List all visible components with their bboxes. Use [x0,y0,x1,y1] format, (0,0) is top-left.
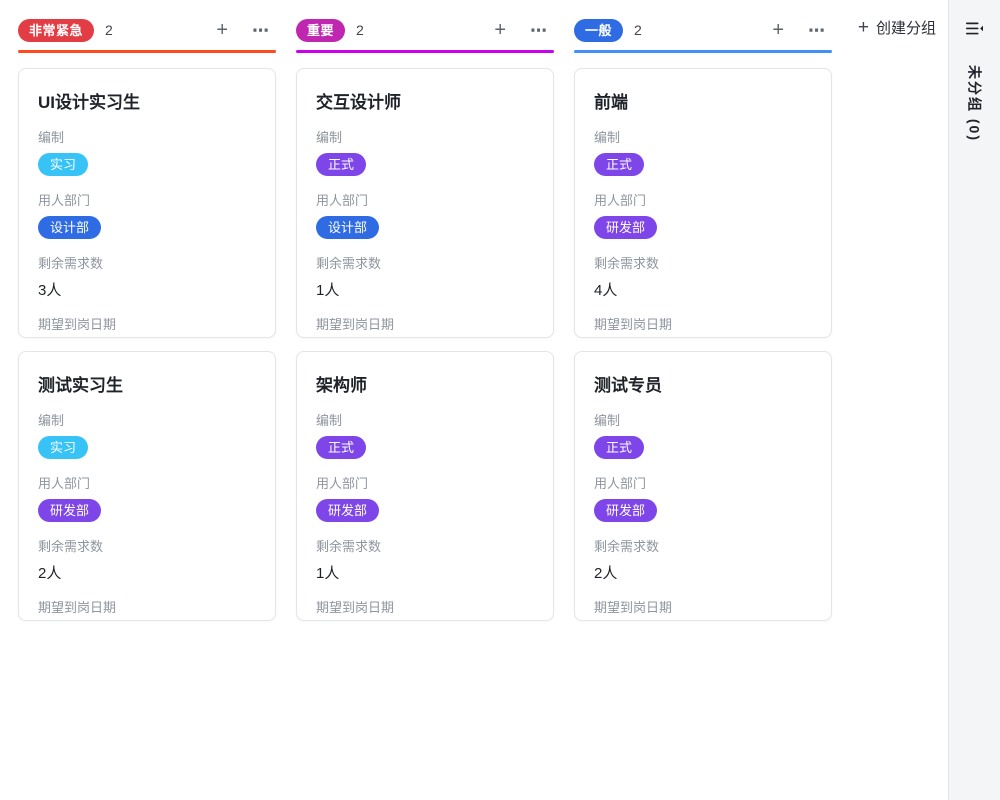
group-color-line [574,50,832,53]
group-count: 2 [356,22,364,38]
field-value: 1人 [316,279,534,300]
record-card[interactable]: 测试专员编制正式用人部门研发部剩余需求数2人期望到岗日期2022-07-30 [574,351,832,621]
card-title: 交互设计师 [316,88,534,113]
group-color-line [296,50,554,53]
field-label: 编制 [316,410,534,429]
card-list: UI设计实习生编制实习用人部门设计部剩余需求数3人期望到岗日期2022-07-2… [18,68,276,621]
field-label: 期望到岗日期 [316,597,534,616]
record-card[interactable]: UI设计实习生编制实习用人部门设计部剩余需求数3人期望到岗日期2022-07-2… [18,68,276,338]
field-value: 1人 [316,562,534,583]
field-tag: 正式 [594,436,644,459]
record-card[interactable]: 前端编制正式用人部门研发部剩余需求数4人期望到岗日期2022-07-29 [574,68,832,338]
group-count: 2 [634,22,642,38]
field-label: 编制 [316,127,534,146]
field-label: 剩余需求数 [38,536,256,555]
record-card[interactable]: 架构师编制正式用人部门研发部剩余需求数1人期望到岗日期2022-08-19 [296,351,554,621]
group-header: 重要2+⋯ [296,14,554,46]
field-tag: 研发部 [594,216,657,239]
field-label: 编制 [594,127,812,146]
group-badge[interactable]: 重要 [296,19,345,42]
field-label: 期望到岗日期 [594,597,812,616]
collapse-panel-icon[interactable] [964,17,986,39]
field-value: 3人 [38,279,256,300]
add-record-icon[interactable]: + [494,20,506,40]
record-card[interactable]: 测试实习生编制实习用人部门研发部剩余需求数2人期望到岗日期2022-07-07 [18,351,276,621]
field-label: 用人部门 [38,190,256,209]
field-tag: 正式 [316,153,366,176]
board-column: 重要2+⋯交互设计师编制正式用人部门设计部剩余需求数1人期望到岗日期2022-0… [296,14,554,634]
card-list: 交互设计师编制正式用人部门设计部剩余需求数1人期望到岗日期2022-08-31架… [296,68,554,621]
add-record-icon[interactable]: + [216,20,228,40]
field-tag: 设计部 [316,216,379,239]
field-label: 编制 [38,127,256,146]
board-column: 非常紧急2+⋯UI设计实习生编制实习用人部门设计部剩余需求数3人期望到岗日期20… [18,14,276,634]
field-label: 剩余需求数 [594,253,812,272]
record-card[interactable]: 交互设计师编制正式用人部门设计部剩余需求数1人期望到岗日期2022-08-31 [296,68,554,338]
ungrouped-panel: 未分组 (0) [948,0,1000,800]
field-tag: 研发部 [316,499,379,522]
field-label: 剩余需求数 [316,536,534,555]
group-actions: +⋯ [772,20,826,40]
field-label: 用人部门 [38,473,256,492]
field-tag: 正式 [316,436,366,459]
field-label: 期望到岗日期 [316,314,534,333]
field-label: 用人部门 [316,473,534,492]
card-title: 测试实习生 [38,371,256,396]
field-label: 剩余需求数 [38,253,256,272]
field-label: 剩余需求数 [594,536,812,555]
card-title: UI设计实习生 [38,88,256,113]
field-label: 编制 [38,410,256,429]
field-tag: 研发部 [38,499,101,522]
plus-icon: + [858,18,869,37]
field-value: 4人 [594,279,812,300]
group-color-line [18,50,276,53]
field-tag: 正式 [594,153,644,176]
group-badge[interactable]: 非常紧急 [18,19,94,42]
field-label: 用人部门 [594,473,812,492]
create-group-label: 创建分组 [876,17,936,38]
field-tag: 实习 [38,436,88,459]
field-label: 编制 [594,410,812,429]
field-label: 用人部门 [316,190,534,209]
field-value: 2人 [38,562,256,583]
more-options-icon[interactable]: ⋯ [808,22,826,39]
group-header: 非常紧急2+⋯ [18,14,276,46]
group-count: 2 [105,22,113,38]
add-record-icon[interactable]: + [772,20,784,40]
ungrouped-group-label[interactable]: 未分组 (0) [965,65,985,142]
group-actions: +⋯ [216,20,270,40]
card-list: 前端编制正式用人部门研发部剩余需求数4人期望到岗日期2022-07-29测试专员… [574,68,832,621]
group-badge[interactable]: 一般 [574,19,623,42]
card-title: 测试专员 [594,371,812,396]
field-label: 期望到岗日期 [594,314,812,333]
more-options-icon[interactable]: ⋯ [530,22,548,39]
kanban-board: 非常紧急2+⋯UI设计实习生编制实习用人部门设计部剩余需求数3人期望到岗日期20… [0,0,948,800]
field-tag: 研发部 [594,499,657,522]
more-options-icon[interactable]: ⋯ [252,22,270,39]
field-label: 用人部门 [594,190,812,209]
field-tag: 设计部 [38,216,101,239]
field-label: 剩余需求数 [316,253,534,272]
field-value: 2人 [594,562,812,583]
board-columns: 非常紧急2+⋯UI设计实习生编制实习用人部门设计部剩余需求数3人期望到岗日期20… [18,14,948,634]
field-tag: 实习 [38,153,88,176]
card-title: 前端 [594,88,812,113]
board-column: 一般2+⋯前端编制正式用人部门研发部剩余需求数4人期望到岗日期2022-07-2… [574,14,832,634]
field-label: 期望到岗日期 [38,314,256,333]
field-label: 期望到岗日期 [38,597,256,616]
card-title: 架构师 [316,371,534,396]
create-group-button[interactable]: + 创建分组 [858,17,936,38]
kanban-page: 非常紧急2+⋯UI设计实习生编制实习用人部门设计部剩余需求数3人期望到岗日期20… [0,0,1000,800]
group-header: 一般2+⋯ [574,14,832,46]
group-actions: +⋯ [494,20,548,40]
